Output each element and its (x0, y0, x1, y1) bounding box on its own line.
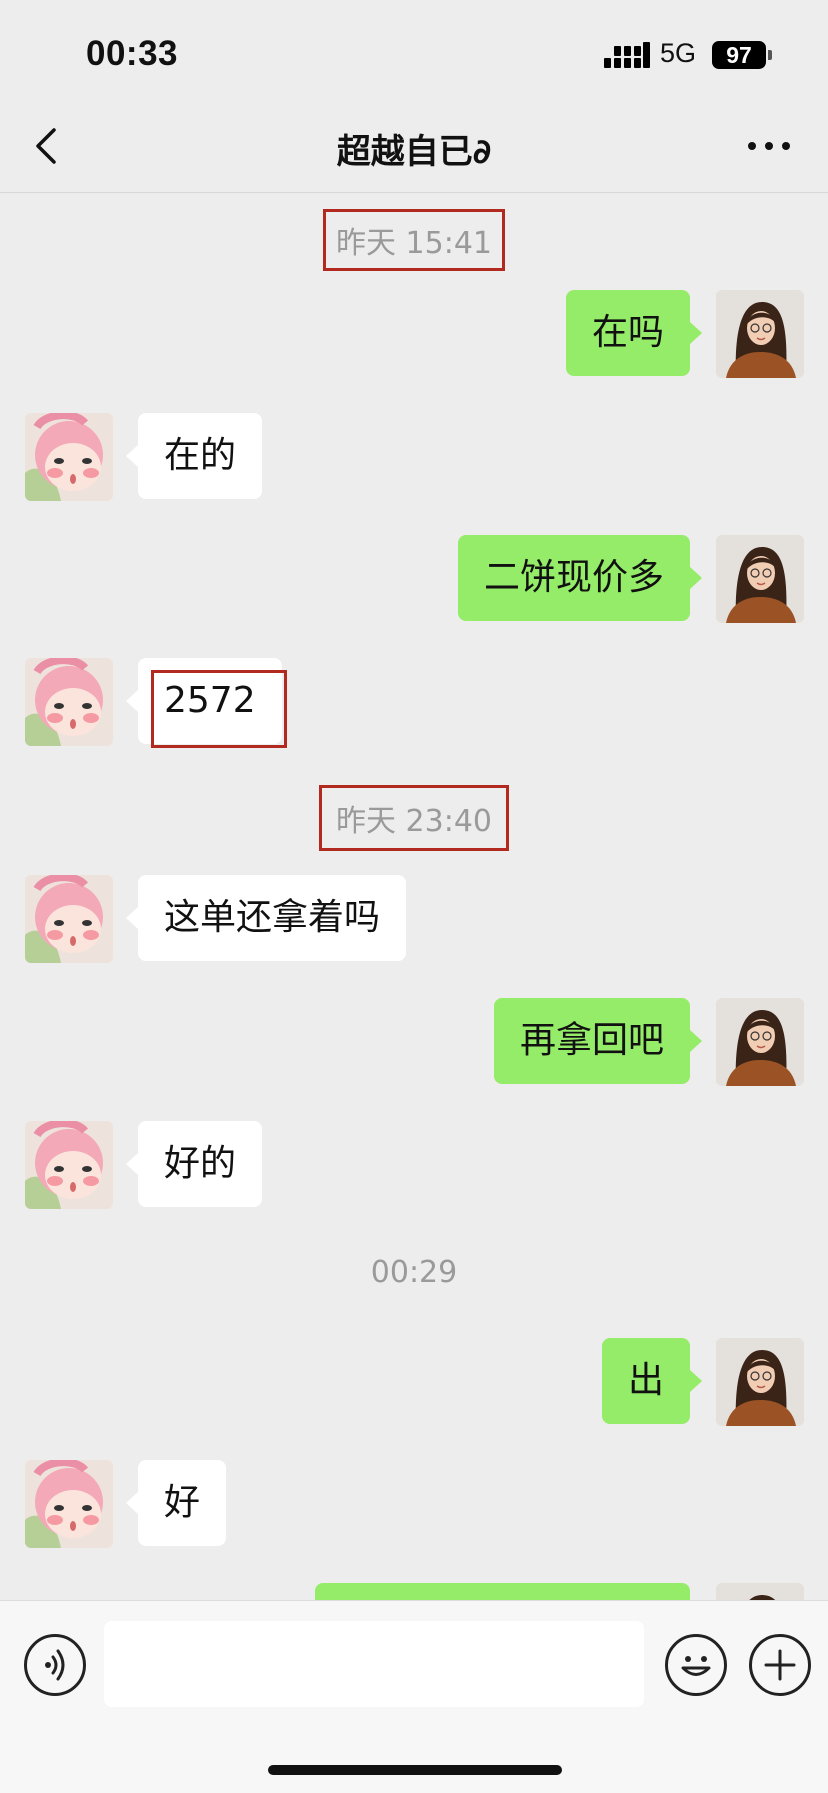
my-avatar[interactable] (716, 1583, 804, 1600)
contact-avatar[interactable] (25, 413, 113, 501)
sent-message[interactable]: 二饼现价多 (457, 535, 703, 621)
message-list[interactable]: 昨天 15:41 在吗 在的 二饼现价多 2572 昨天 23:40 这单还拿着… (0, 193, 828, 1600)
home-indicator[interactable] (268, 1765, 562, 1775)
chat-header: 超越自已∂ (0, 100, 828, 193)
timestamp: 昨天 23:40 (0, 785, 828, 851)
highlight-box (151, 670, 287, 748)
timestamp-label: 昨天 23:40 (319, 785, 509, 851)
sent-message[interactable] (315, 1583, 690, 1600)
plus-icon (764, 1649, 796, 1681)
received-message[interactable]: 好的 (125, 1121, 263, 1207)
contact-avatar[interactable] (25, 658, 113, 746)
timestamp-label: 00:29 (370, 1255, 458, 1290)
emoji-icon (681, 1656, 711, 1676)
signal-icon (604, 42, 650, 68)
status-time: 00:33 (86, 34, 179, 73)
voice-button[interactable] (24, 1634, 86, 1696)
input-bar (0, 1600, 828, 1793)
my-avatar[interactable] (716, 1338, 804, 1426)
contact-avatar[interactable] (25, 1121, 113, 1209)
contact-avatar[interactable] (25, 875, 113, 963)
sent-message[interactable]: 在吗 (565, 290, 703, 376)
my-avatar[interactable] (716, 535, 804, 623)
contact-avatar[interactable] (25, 1460, 113, 1548)
received-message[interactable]: 好 (125, 1460, 227, 1546)
timestamp: 00:29 (0, 1249, 828, 1296)
network-type: 5G (660, 38, 697, 68)
battery-icon (768, 50, 772, 60)
more-dots-icon[interactable] (744, 124, 794, 168)
my-avatar[interactable] (716, 290, 804, 378)
received-message[interactable]: 在的 (125, 413, 263, 499)
received-message[interactable]: 这单还拿着吗 (125, 875, 407, 961)
my-avatar[interactable] (716, 998, 804, 1086)
sent-message[interactable]: 再拿回吧 (493, 998, 703, 1084)
message-input[interactable] (104, 1621, 644, 1707)
chat-title: 超越自已∂ (336, 132, 492, 172)
status-bar: 00:33 5G 97 (0, 0, 828, 100)
emoji-button[interactable] (665, 1634, 727, 1696)
battery-level: 97 (712, 41, 766, 69)
sent-message[interactable]: 出 (601, 1338, 703, 1424)
timestamp: 昨天 15:41 (0, 209, 828, 271)
add-button[interactable] (749, 1634, 811, 1696)
voice-icon (45, 1649, 65, 1681)
timestamp-label: 昨天 15:41 (323, 209, 505, 271)
